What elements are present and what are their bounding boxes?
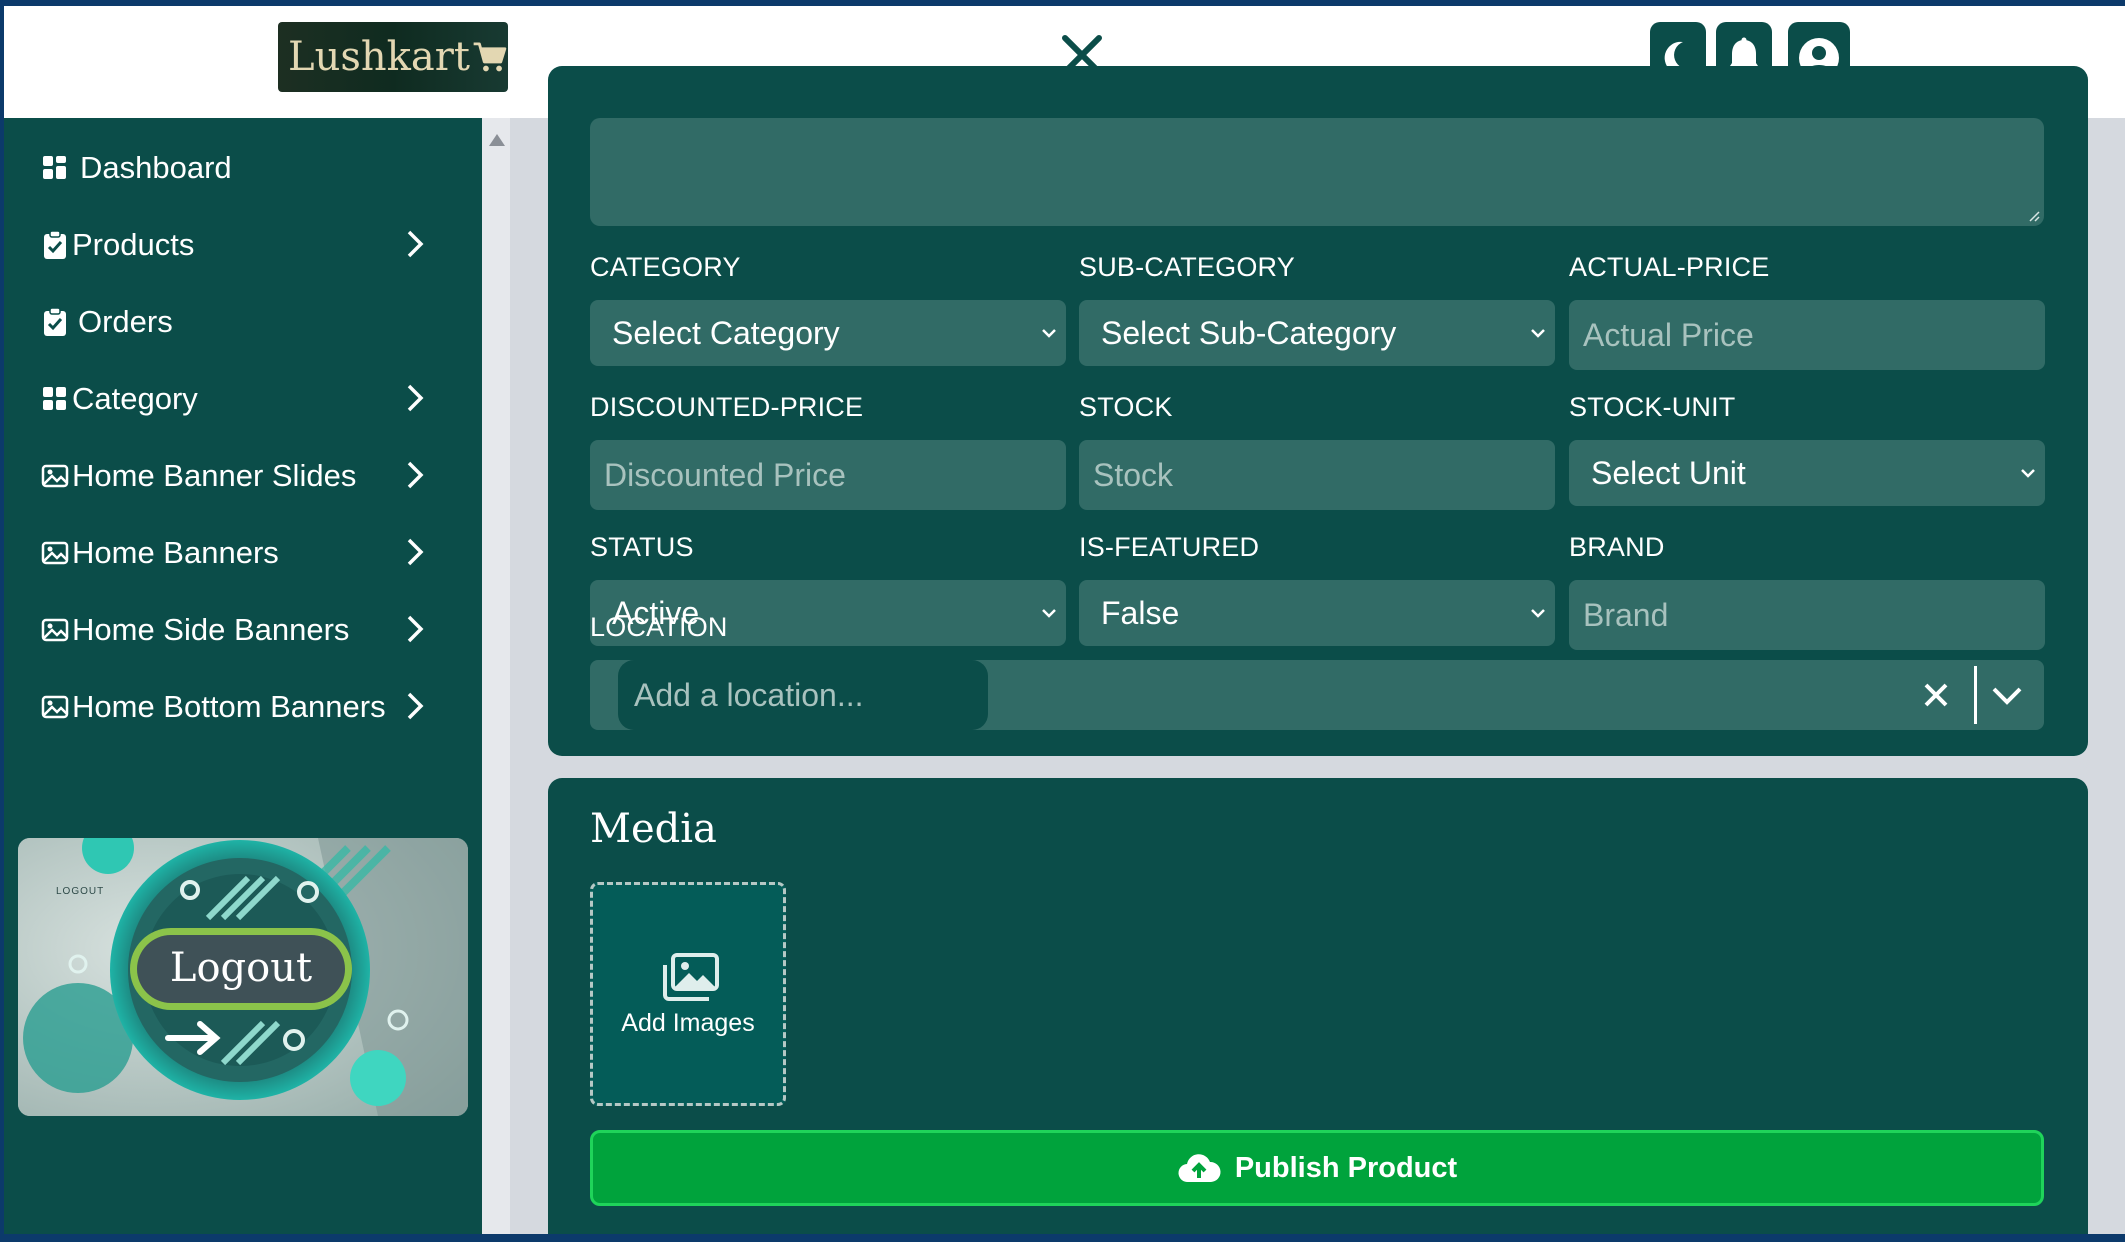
brand-placeholder: Brand [1583, 596, 1669, 633]
app-window: Lushkart Dashboard Products Orders Categ… [4, 6, 2125, 1234]
sub-category-label: SUB-CATEGORY [1079, 252, 1295, 282]
location-placeholder: Add a location... [634, 676, 864, 713]
sub-category-select-value: Select Sub-Category [1101, 314, 1397, 351]
chevron-down-icon [1531, 329, 1545, 338]
stock-unit-select[interactable]: Select Unit [1569, 440, 2045, 506]
stock-label: STOCK [1079, 392, 1173, 422]
chevron-down-icon [1042, 609, 1056, 618]
sidebar-item-home-bottom-banners[interactable]: Home Bottom Banners [40, 677, 460, 737]
actual-price-label: ACTUAL-PRICE [1569, 252, 1770, 282]
sidebar-item-label: Dashboard [80, 150, 232, 185]
chevron-right-icon [407, 230, 424, 258]
chevron-right-icon [407, 538, 424, 566]
location-label: LOCATION [590, 612, 728, 642]
category-select-value: Select Category [612, 314, 840, 351]
grid-icon [40, 384, 70, 414]
discounted-price-placeholder: Discounted Price [604, 456, 846, 493]
images-icon [663, 953, 719, 1001]
actual-price-placeholder: Actual Price [1583, 316, 1754, 353]
description-textarea[interactable] [590, 118, 2044, 226]
chevron-down-icon [2021, 469, 2035, 478]
image-icon [40, 538, 70, 568]
sidebar-item-label: Category [72, 381, 198, 416]
sidebar-item-label: Home Bottom Banners [72, 689, 386, 724]
sidebar-item-dashboard[interactable]: Dashboard [40, 138, 460, 198]
image-icon [40, 692, 70, 722]
media-heading: Media [590, 806, 717, 852]
publish-product-label: Publish Product [1234, 1151, 1458, 1184]
is-featured-label: IS-FEATURED [1079, 532, 1260, 562]
discounted-price-label: DISCOUNTED-PRICE [590, 392, 864, 422]
image-icon [40, 461, 70, 491]
stock-placeholder: Stock [1093, 456, 1174, 493]
add-images-dropzone[interactable]: Add Images [590, 882, 786, 1106]
clipboard-check-icon [40, 230, 70, 260]
chevron-right-icon [407, 615, 424, 643]
sidebar-item-category[interactable]: Category [40, 369, 460, 429]
sidebar-item-label: Home Side Banners [72, 612, 350, 647]
sidebar-item-products[interactable]: Products [40, 215, 460, 275]
category-select[interactable]: Select Category [590, 300, 1066, 366]
cart-icon [473, 42, 507, 72]
cloud-upload-icon [1178, 1154, 1221, 1183]
clear-icon[interactable] [1922, 680, 1950, 710]
chevron-down-icon [1042, 329, 1056, 338]
logout-button[interactable]: Logout LOGOUT [18, 838, 468, 1116]
sidebar-item-label: Products [72, 227, 195, 262]
sidebar-item-label: Home Banner Slides [72, 458, 357, 493]
sidebar-scrollbar[interactable] [482, 118, 510, 1234]
brand-input[interactable]: Brand [1569, 580, 2045, 650]
actual-price-input[interactable]: Actual Price [1569, 300, 2045, 370]
location-input[interactable]: Add a location... [618, 660, 988, 730]
logout-label: Logout [169, 945, 313, 991]
sidebar-item-orders[interactable]: Orders [40, 292, 460, 352]
sub-category-select[interactable]: Select Sub-Category [1079, 300, 1555, 366]
scroll-up-arrow[interactable] [489, 134, 505, 146]
status-label: STATUS [590, 532, 694, 562]
logout-small-label: LOGOUT [56, 886, 105, 897]
chevron-right-icon [407, 461, 424, 489]
brand-logo-text: Lushkart [288, 34, 470, 80]
sidebar-item-home-banner-slides[interactable]: Home Banner Slides [40, 446, 460, 506]
stock-unit-select-value: Select Unit [1591, 454, 1746, 491]
image-icon [40, 615, 70, 645]
resize-handle-icon [2029, 211, 2040, 222]
chevron-right-icon [407, 384, 424, 412]
clipboard-check-icon [40, 307, 70, 337]
stock-unit-label: STOCK-UNIT [1569, 392, 1736, 422]
grid-icon [40, 153, 70, 183]
location-multiselect[interactable]: Add a location... [590, 660, 2044, 730]
is-featured-select[interactable]: False [1079, 580, 1555, 646]
chevron-down-icon [1531, 609, 1545, 618]
product-form-panel: CATEGORY SUB-CATEGORY ACTUAL-PRICE Selec… [548, 66, 2088, 756]
publish-product-button[interactable]: Publish Product [590, 1130, 2044, 1206]
discounted-price-input[interactable]: Discounted Price [590, 440, 1066, 510]
category-label: CATEGORY [590, 252, 741, 282]
sidebar-item-home-banners[interactable]: Home Banners [40, 523, 460, 583]
chevron-right-icon [407, 692, 424, 720]
sidebar-item-label: Orders [78, 304, 173, 339]
stock-input[interactable]: Stock [1079, 440, 1555, 510]
sidebar-item-label: Home Banners [72, 535, 279, 570]
sidebar-item-home-side-banners[interactable]: Home Side Banners [40, 600, 460, 660]
is-featured-select-value: False [1101, 594, 1180, 631]
chevron-down-icon[interactable] [1990, 682, 2024, 708]
add-images-label: Add Images [621, 1009, 755, 1037]
brand-logo[interactable]: Lushkart [278, 22, 508, 92]
location-divider [1974, 666, 1977, 724]
media-panel: Media Add Images Publish Product [548, 778, 2088, 1234]
brand-label: BRAND [1569, 532, 1665, 562]
sidebar: Dashboard Products Orders Category Home … [4, 118, 482, 1234]
